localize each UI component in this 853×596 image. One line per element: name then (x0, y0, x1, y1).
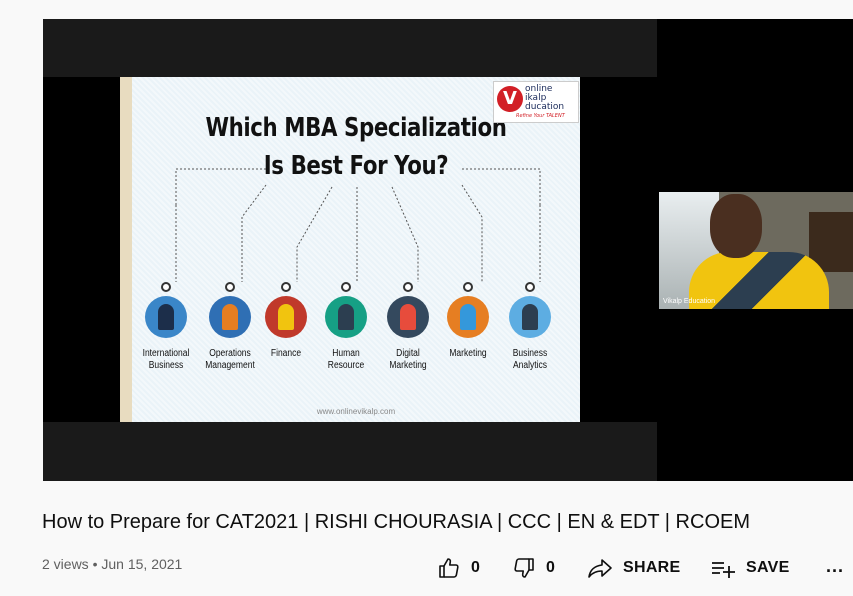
hr-people-icon (325, 296, 367, 338)
video-title: How to Prepare for CAT2021 | RISHI CHOUR… (42, 511, 750, 533)
thumbs-up-icon (439, 558, 459, 578)
headset-operator-icon (209, 296, 251, 338)
spec-digital-marketing: Digital Marketing (378, 282, 438, 392)
logo-tagline: Refine Your TALENT (516, 113, 565, 119)
spec-finance: Finance (256, 282, 316, 392)
marketing-tablet-icon (447, 296, 489, 338)
finance-coins-icon (265, 296, 307, 338)
save-playlist-icon (712, 562, 735, 578)
spec-label: Human Resource (327, 348, 365, 371)
more-actions-button[interactable]: ... (826, 556, 844, 577)
share-button[interactable]: SHARE (587, 555, 681, 581)
vikalp-logo: V online ikalp ducation Refine Your TALE… (493, 81, 579, 123)
share-label: SHARE (623, 559, 681, 576)
spec-label: Operations Management (205, 348, 255, 371)
presentation-slide: Which MBA Specialization Is Best For You… (120, 77, 580, 422)
save-label: SAVE (746, 559, 790, 576)
more-icon: ... (826, 556, 845, 576)
spec-international-business: International Business (136, 282, 196, 392)
dislike-count: 0 (546, 559, 556, 576)
video-player[interactable]: Which MBA Specialization Is Best For You… (43, 19, 853, 481)
save-button[interactable]: SAVE (710, 555, 790, 581)
pin-icon (403, 282, 413, 292)
digital-media-icon (387, 296, 429, 338)
spec-label: Marketing (449, 348, 487, 359)
pin-icon (341, 282, 351, 292)
slide-url: www.onlinevikalp.com (316, 407, 396, 416)
video-letterbox-bottom (43, 422, 657, 481)
view-count: 2 views (42, 556, 89, 572)
slide-title-line-1: Which MBA Specialization (205, 113, 507, 143)
slide-content: Which MBA Specialization Is Best For You… (132, 77, 580, 422)
video-meta: 2 views • Jun 15, 2021 (42, 556, 182, 572)
spec-marketing: Marketing (438, 282, 498, 392)
slide-title-line-2: Is Best For You? (263, 151, 449, 181)
thumbs-down-icon (514, 558, 534, 578)
like-count: 0 (471, 559, 481, 576)
logo-mark: V (497, 86, 523, 112)
analytics-board-icon (509, 296, 551, 338)
like-button[interactable]: 0 (437, 555, 480, 581)
pin-icon (161, 282, 171, 292)
spec-business-analytics: Business Analytics (500, 282, 560, 392)
globe-businessman-icon (145, 296, 187, 338)
share-icon (588, 559, 612, 578)
upload-date: Jun 15, 2021 (101, 556, 183, 572)
pin-icon (281, 282, 291, 292)
spec-label: Digital Marketing (389, 348, 427, 371)
spec-operations-management: Operations Management (200, 282, 260, 392)
logo-wordmark: online ikalp ducation (525, 84, 565, 112)
presenter-head (710, 194, 762, 258)
pin-icon (525, 282, 535, 292)
spec-human-resource: Human Resource (316, 282, 376, 392)
spec-label: Finance (270, 348, 302, 359)
pin-icon (225, 282, 235, 292)
video-letterbox-top (43, 19, 657, 77)
slide-edge-strip (120, 77, 132, 422)
dislike-button[interactable]: 0 (512, 555, 555, 581)
presenter-webcam: Vikalp Education (659, 192, 853, 309)
pin-icon (463, 282, 473, 292)
spec-label: International Business (142, 348, 190, 371)
webcam-name-label: Vikalp Education (663, 298, 716, 305)
spec-label: Business Analytics (512, 348, 548, 371)
